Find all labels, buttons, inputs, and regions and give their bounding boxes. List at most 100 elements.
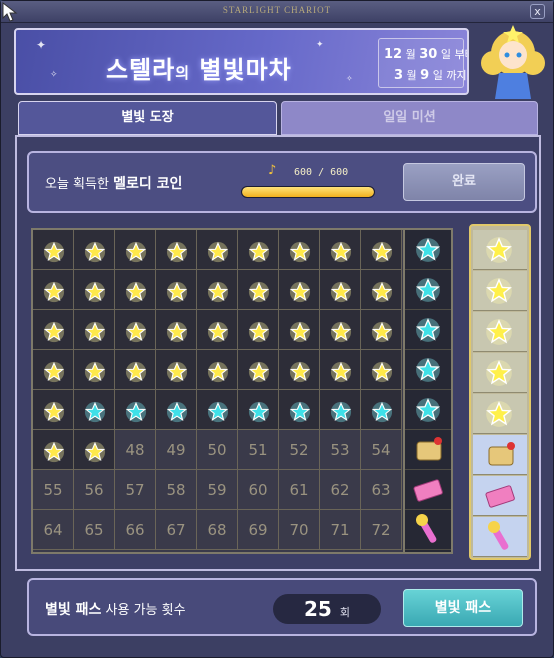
stamp-cell-collected [197,310,238,350]
stamp-cell-collected [320,230,361,270]
stamp-cell-collected [74,350,115,390]
star-pass-button[interactable]: 별빛 패스 [403,589,523,627]
event-title: 스텔라의 별빛마차 [106,50,292,85]
stamp-cell-number: 55 [33,470,74,510]
stamp-cell-collected [33,270,74,310]
row-bonus-star-icon [405,390,451,430]
title-part: 별빛마차 [199,56,292,84]
melody-coin-bar: 오늘 획득한 멜로디 코인 ♪ 600 / 600 완료 [27,151,537,213]
stamp-cell-number: 68 [197,510,238,550]
stamp-cell-number: 50 [197,430,238,470]
stamp-cell-number: 48 [115,430,156,470]
stamp-cell-number: 52 [279,430,320,470]
event-window: STARLIGHT CHARIOT x ✦ ✧ ✦ ✧ 스텔라의 별빛마차 12… [0,0,554,658]
stamp-cell-collected [33,230,74,270]
stamp-cell-number: 58 [156,470,197,510]
ticket-reward-icon[interactable] [473,476,527,516]
gold-star-box-icon[interactable] [473,230,527,270]
coin-progress-fill [242,187,374,197]
stamp-cell-collected [361,350,402,390]
stamp-cell-collected [33,310,74,350]
coin-counter: 600 / 600 [294,167,349,178]
tab-star-stamp[interactable]: 별빛 도장 [18,101,277,135]
wand-reward-icon [405,510,451,550]
music-note-icon: ♪ [268,163,277,178]
stamp-cell-number: 60 [238,470,279,510]
close-button[interactable]: x [530,4,545,19]
stamp-cell-number: 69 [238,510,279,550]
stamp-cell-number: 59 [197,470,238,510]
stamp-cell-collected [74,270,115,310]
stamp-cell-collected [156,230,197,270]
sparkle-icon: ✧ [346,74,353,83]
stamp-cell-collected [320,270,361,310]
stamp-cell-collected [361,270,402,310]
stamp-cell-collected [238,350,279,390]
stamp-cell-collected [33,350,74,390]
stamp-cell-collected [279,270,320,310]
window-title: STARLIGHT CHARIOT [222,5,332,15]
stamp-cell-collected [115,270,156,310]
stamp-cell-number: 72 [361,510,402,550]
gold-star-box-icon[interactable] [473,271,527,311]
cursor-icon [2,1,18,22]
stamp-cell-collected [361,310,402,350]
stamp-cell-number: 61 [279,470,320,510]
stamp-cell-number: 70 [279,510,320,550]
stamp-cell-collected [115,390,156,430]
wand-reward-icon[interactable] [473,517,527,557]
stamp-cell-collected [197,230,238,270]
scroll-reward-icon [405,430,451,470]
scroll-reward-icon[interactable] [473,435,527,475]
sparkle-icon: ✧ [50,70,58,80]
gold-star-box-icon[interactable] [473,394,527,434]
stamp-cell-collected [156,310,197,350]
gold-star-box-icon[interactable] [473,353,527,393]
title-bar[interactable]: STARLIGHT CHARIOT x [1,1,553,23]
start-date: 12 월 30 일 부터 [384,47,467,62]
stamp-cell-number: 62 [320,470,361,510]
stamp-cell-collected [279,390,320,430]
stamp-cell-collected [279,230,320,270]
stamp-cell-collected [320,390,361,430]
stamp-cell-collected [197,390,238,430]
gold-star-box-icon[interactable] [473,312,527,352]
melody-coin-label: 오늘 획득한 멜로디 코인 [45,176,183,192]
row-reward-column [405,228,453,554]
star-pass-bar: 별빛 패스 사용 가능 횟수 25 회 별빛 패스 [27,578,537,636]
stamp-cell-collected [197,350,238,390]
stamp-cell-collected [238,230,279,270]
stamp-cell-collected [361,230,402,270]
stamp-cell-collected [320,350,361,390]
stamp-cell-number: 65 [74,510,115,550]
row-bonus-star-icon [405,230,451,270]
stamp-cell-number: 66 [115,510,156,550]
stamp-cell-collected [238,270,279,310]
stamp-cell-number: 56 [74,470,115,510]
sparkle-icon: ✦ [36,38,47,52]
stamp-cell-collected [74,230,115,270]
stamp-cell-number: 63 [361,470,402,510]
stamp-cell-number: 71 [320,510,361,550]
title-part: 스텔라 [106,56,176,84]
stamp-cell-collected [238,310,279,350]
stamp-cell-collected [361,390,402,430]
stamp-cell-number: 49 [156,430,197,470]
coin-progress-bar [241,186,375,198]
tab-daily-mission[interactable]: 일일 미션 [281,101,538,135]
event-header: ✦ ✧ ✦ ✧ 스텔라의 별빛마차 12 월 30 일 부터 3 월 9 일 까… [14,28,469,95]
stamp-cell-collected [115,230,156,270]
complete-button[interactable]: 완료 [403,163,525,201]
stamp-cell-number: 54 [361,430,402,470]
stamp-cell-number: 67 [156,510,197,550]
sparkle-icon: ✦ [316,40,324,50]
stamp-cell-collected [115,350,156,390]
stamp-cell-collected [156,390,197,430]
stamp-cell-collected [238,390,279,430]
stamp-cell-collected [279,310,320,350]
stamp-cell-collected [156,350,197,390]
stamp-cell-collected [156,270,197,310]
stamp-cell-collected [197,270,238,310]
pass-count-unit: 회 [339,606,350,619]
end-date: 3 월 9 일 까지 [394,68,467,83]
